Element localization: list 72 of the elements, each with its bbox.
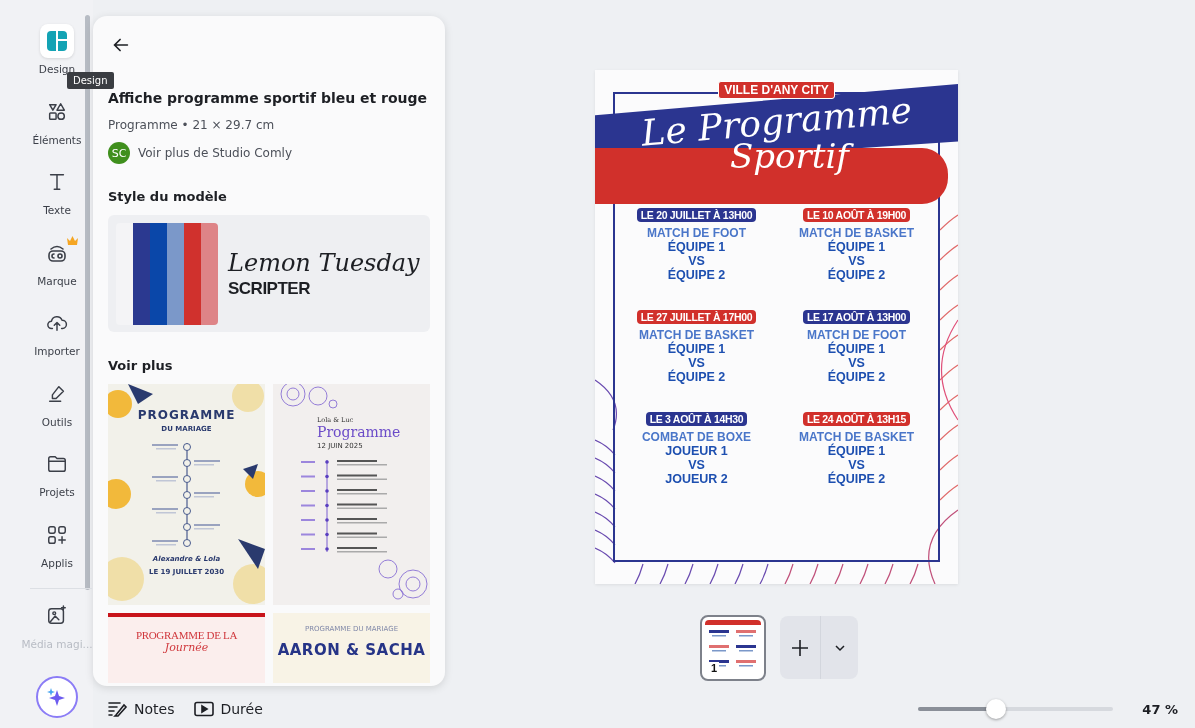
style-card[interactable]: Lemon Tuesday SCRIPTER: [108, 215, 430, 332]
event-team: ÉQUIPE 1: [827, 342, 886, 356]
event-versus: VS: [688, 458, 705, 472]
event-name: MATCH DE FOOT: [806, 328, 907, 342]
zoom-reading: 47 %: [1142, 701, 1178, 717]
event-date: LE 17 AOÛT À 13H00: [802, 310, 911, 324]
sidebar-item[interactable]: Importer: [34, 306, 80, 377]
event-name: MATCH DE BASKET: [638, 328, 755, 342]
event-versus: VS: [848, 356, 865, 370]
event-name: MATCH DE BASKET: [798, 430, 915, 444]
template-thumbnail[interactable]: PROGRAMME DE LA Journée: [108, 613, 265, 683]
font-name: Lemon Tuesday: [228, 248, 420, 277]
play-screen-icon: [194, 701, 215, 717]
event-name: COMBAT DE BOXE: [641, 430, 752, 444]
event-versus: VS: [688, 356, 705, 370]
sidebar-item[interactable]: Outils: [40, 376, 74, 447]
event-team: ÉQUIPE 2: [827, 268, 886, 282]
event-name: MATCH DE FOOT: [646, 226, 747, 240]
template-meta: Programme • 21 × 29.7 cm: [108, 118, 276, 132]
event-team: ÉQUIPE 2: [667, 370, 726, 384]
magic-button[interactable]: [36, 676, 78, 718]
sidebar-item[interactable]: Marque: [37, 235, 77, 306]
event-date: LE 3 AOÛT À 14H30: [645, 412, 748, 426]
event-team: ÉQUIPE 2: [827, 370, 886, 384]
plus-icon: [791, 638, 809, 657]
add-page-button[interactable]: [780, 616, 820, 679]
tooltip: Design: [67, 72, 114, 89]
section-heading: Style du modèle: [108, 189, 228, 204]
apps-grid-icon: [46, 523, 68, 546]
event-date: LE 27 JUILLET À 17H00: [636, 310, 757, 324]
notes-button[interactable]: Notes: [108, 701, 175, 717]
avatar: SC: [108, 142, 130, 164]
template-title: PROGRAMME DE LA: [135, 629, 238, 641]
event-date: LE 10 AOÛT À 19H00: [802, 208, 911, 222]
font-name: SCRIPTER: [228, 278, 311, 299]
event-team: ÉQUIPE 1: [827, 444, 886, 458]
page-thumbnail[interactable]: 1: [700, 615, 766, 681]
event-team: ÉQUIPE 1: [827, 240, 886, 254]
template-subtitle: Journée: [164, 641, 209, 654]
sidebar-item[interactable]: Applis: [40, 517, 74, 588]
sidebar-item[interactable]: Projets: [39, 447, 75, 518]
event-team: ÉQUIPE 1: [667, 342, 726, 356]
event-team: ÉQUIPE 2: [827, 472, 886, 486]
event-team: JOUEUR 1: [665, 444, 728, 458]
duration-button[interactable]: Durée: [194, 701, 263, 717]
author-link[interactable]: Voir plus de Studio Comly: [138, 146, 293, 160]
event-name: MATCH DE BASKET: [798, 226, 915, 240]
event-team: JOUEUR 2: [665, 472, 728, 486]
folder-icon: [46, 453, 68, 475]
section-heading: Voir plus: [108, 358, 174, 373]
image-sparkle-icon: [46, 605, 68, 627]
event-versus: VS: [848, 458, 865, 472]
event-date: LE 24 AOÛT À 13H15: [802, 412, 911, 426]
notes-icon: [108, 701, 128, 717]
crown-icon: [67, 235, 78, 245]
event-team: ÉQUIPE 2: [667, 268, 726, 282]
sparkle-icon: [47, 687, 67, 707]
poster-city: VILLE D'ANY CITY: [718, 81, 835, 99]
event-versus: VS: [848, 254, 865, 268]
sidebar-item[interactable]: Texte: [40, 165, 74, 236]
template-title: AARON & SACHA: [277, 641, 426, 659]
template-title: PROGRAMME: [137, 408, 236, 422]
sidebar-item[interactable]: Éléments: [32, 94, 82, 165]
template-title: Affiche programme sportif bleu et rouge: [108, 90, 429, 106]
shapes-icon: [46, 100, 68, 123]
zoom-thumb[interactable]: [986, 699, 1007, 719]
layout-icon: [47, 31, 67, 51]
event-versus: VS: [688, 254, 705, 268]
chevron-down-icon: [833, 643, 846, 652]
event-date: LE 20 JUILLET À 13H00: [636, 208, 757, 222]
template-title: Programme: [317, 424, 401, 440]
event-team: ÉQUIPE 1: [667, 240, 726, 254]
